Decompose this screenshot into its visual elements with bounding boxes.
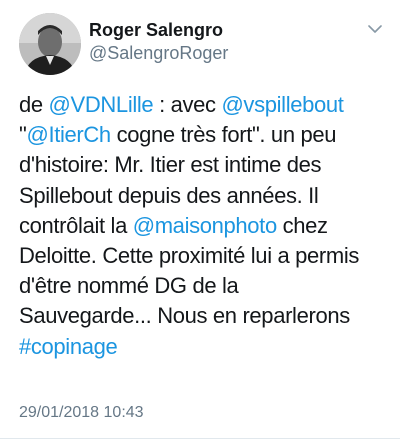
tweet-text-segment: d'être nommé DG de la [19,273,239,299]
avatar[interactable] [19,13,81,75]
mention-link[interactable]: @ItierCh [26,122,111,147]
tweet-text-line: #copinage [19,332,391,362]
tweet-text-line: contrôlait la @maisonphoto chez [19,211,391,241]
tweet-text-segment: de [19,92,49,117]
tweet-text-segment: chez [276,212,328,238]
tweet-text-line: d'histoire: Mr. Itier est intime des [19,150,391,180]
avatar-portrait-icon [19,13,81,75]
tweet-text-line: de @VDNLille : avec @vspillebout [19,90,391,120]
tweet-text: de @VDNLille : avec @vspillebout "@ItierC… [19,90,391,362]
tweet-text-segment: cogne très fort". un peu [110,122,337,148]
tweet-text-line: Spillebout depuis des années. Il [19,181,391,211]
tweet-text-line: "@ItierCh cogne très fort". un peu [19,120,391,150]
author-names: Roger Salengro @SalengroRoger [89,19,228,65]
tweet-text-segment: d'histoire: Mr. Itier est intime des [19,152,322,178]
tweet-text-line: Sauvegarde... Nous en reparlerons [19,301,391,331]
tweet-text-segment: Spillebout depuis des années. Il [19,182,319,208]
author-display-name[interactable]: Roger Salengro [89,19,228,41]
tweet-timestamp[interactable]: 29/01/2018 10:43 [19,403,144,423]
mention-link[interactable]: @maisonphoto [133,213,277,238]
tweet-text-line: Deloitte. Cette proximité lui a permis [19,241,391,271]
mention-link[interactable]: @vspillebout [221,92,343,117]
tweet-text-segment: contrôlait la [19,212,133,238]
chevron-down-icon[interactable] [363,17,387,41]
mention-link[interactable]: @VDNLille [49,92,154,117]
author-handle[interactable]: @SalengroRoger [89,41,228,65]
tweet-text-segment: Sauvegarde... Nous en reparlerons [19,303,350,329]
hashtag-link[interactable]: #copinage [19,334,118,359]
divider [0,438,400,439]
tweet-card: Roger Salengro @SalengroRoger de @VDNLil… [0,0,400,441]
tweet-text-segment: : avec [153,92,222,117]
tweet-header: Roger Salengro @SalengroRoger [19,13,382,75]
tweet-text-segment: Deloitte. Cette proximité lui a permis [19,243,360,269]
tweet-text-line: d'être nommé DG de la [19,271,391,301]
